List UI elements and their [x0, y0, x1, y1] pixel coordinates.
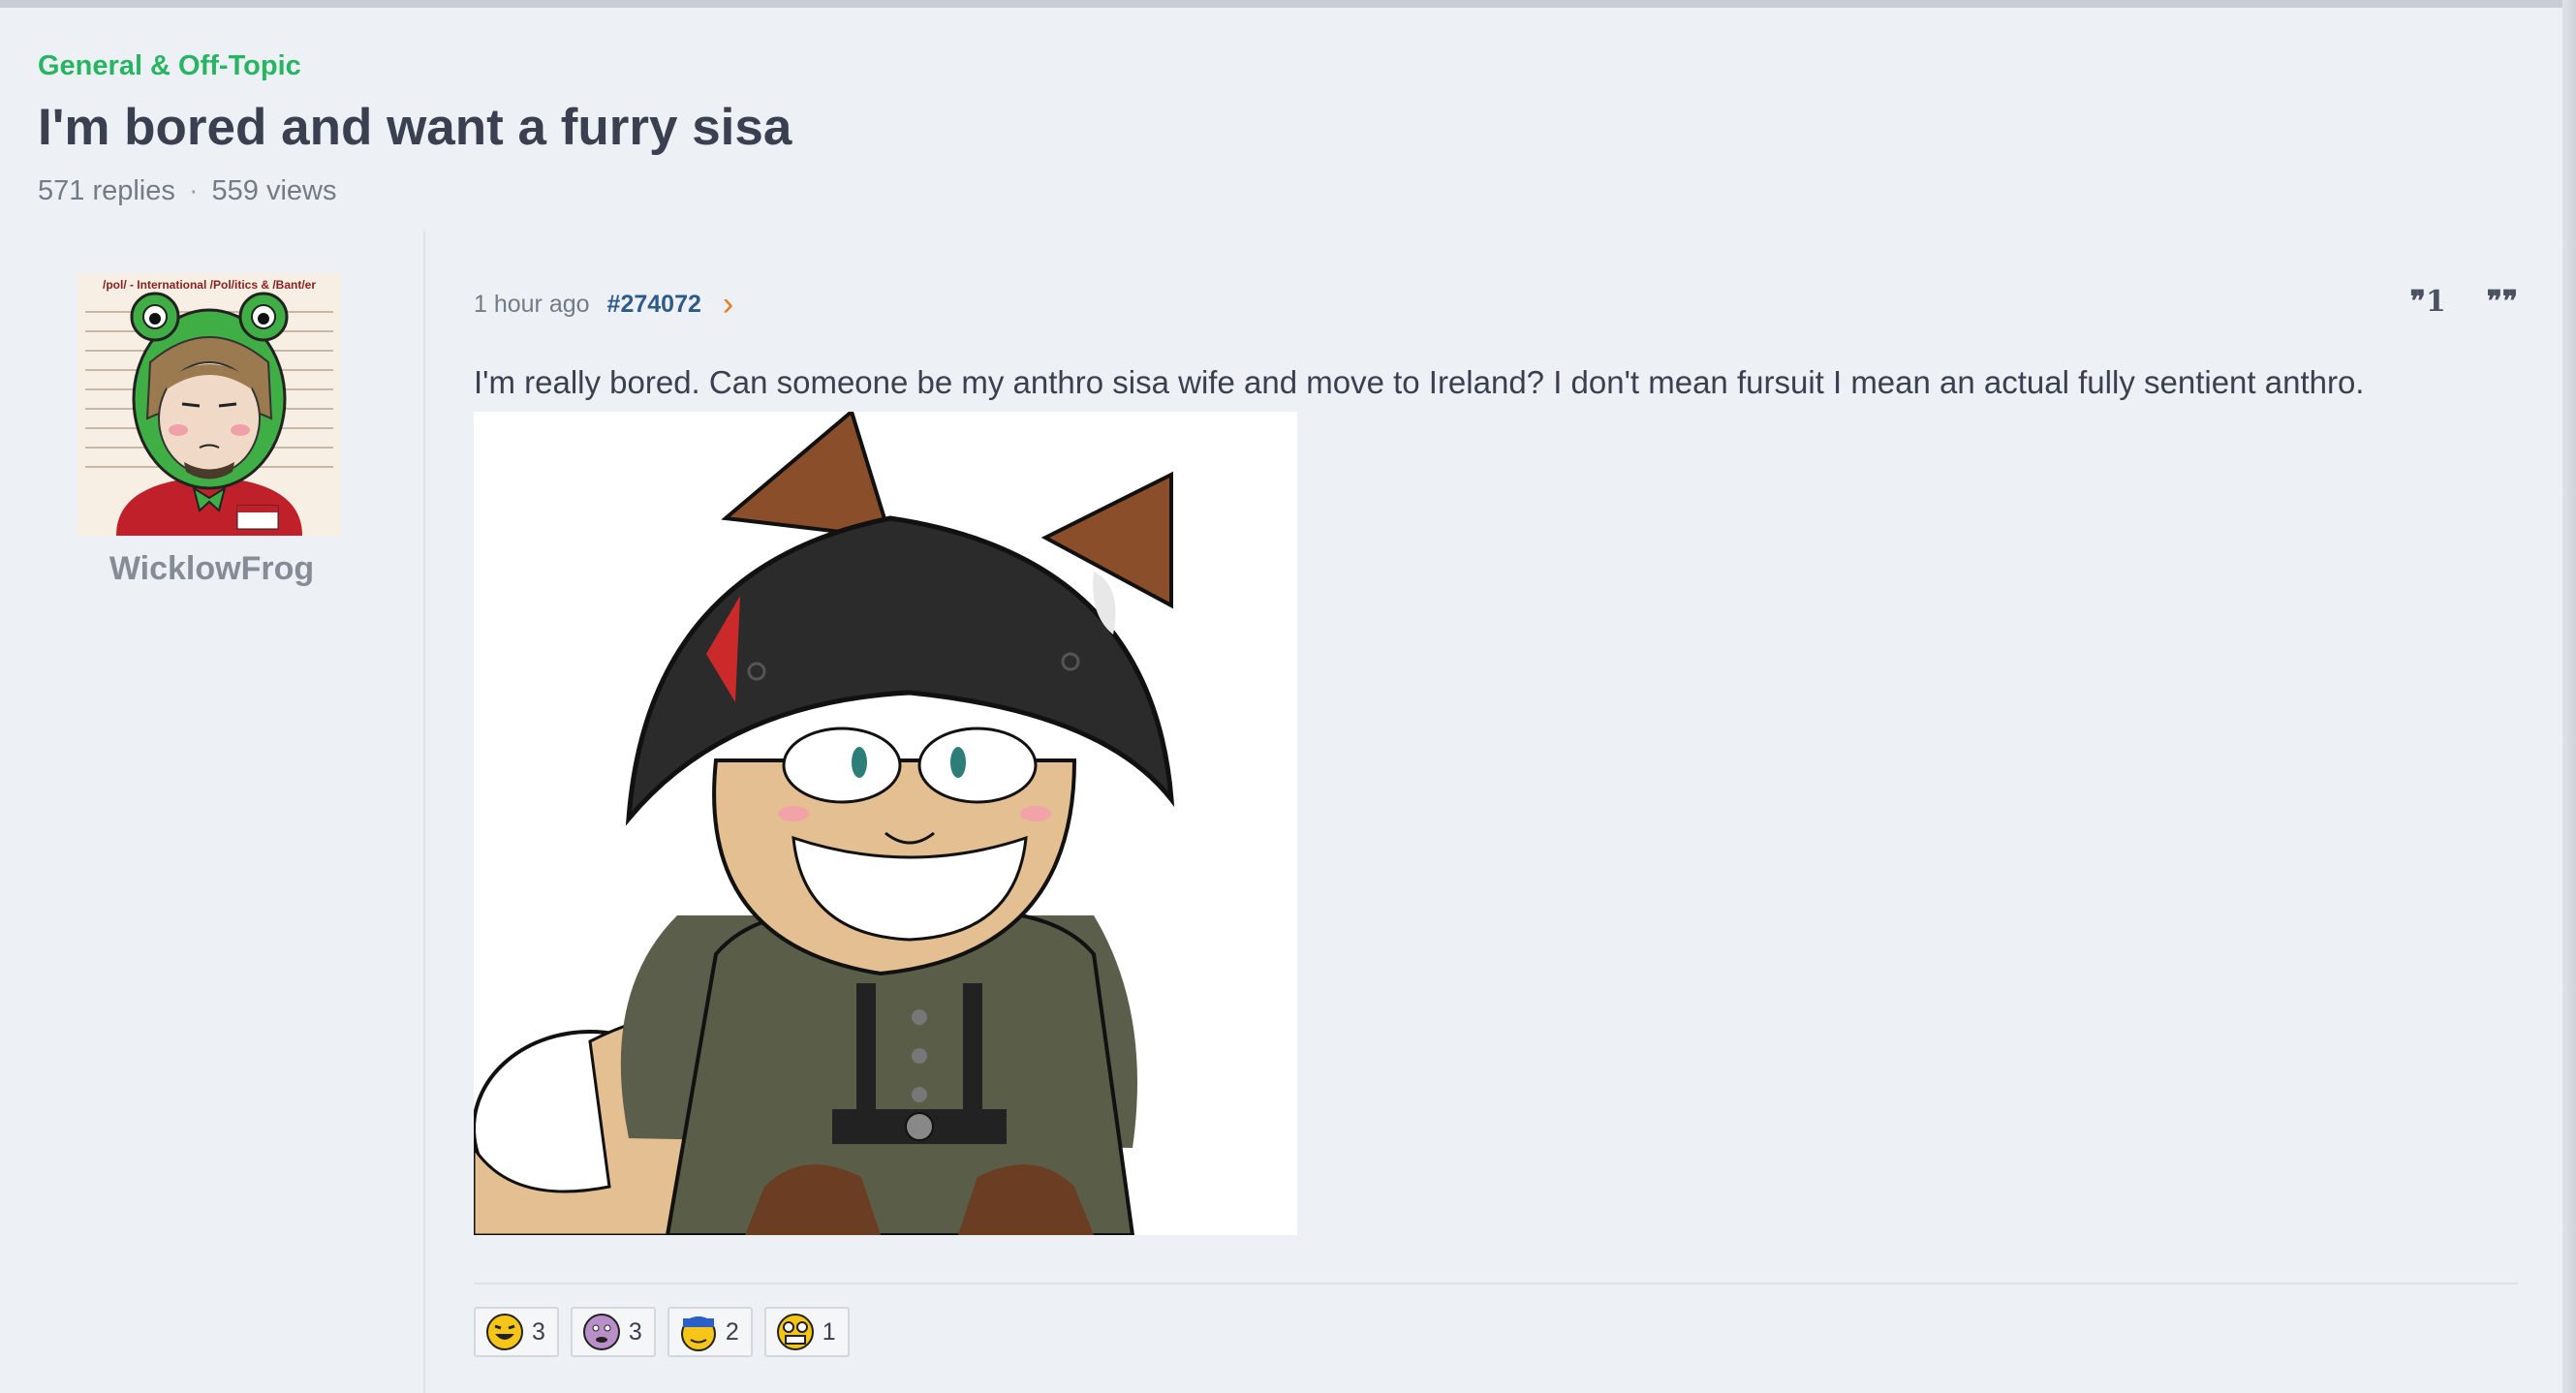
reaction-count: 2 [725, 1317, 739, 1346]
svg-text:/pol/ - International /Pol/iti: /pol/ - International /Pol/itics & /Bant… [103, 278, 316, 292]
post-id-link[interactable]: #274072 [607, 291, 701, 319]
category-link[interactable]: General & Off-Topic [38, 50, 791, 82]
post-time[interactable]: 1 hour ago [474, 291, 590, 319]
avatar[interactable]: /pol/ - International /Pol/itics & /Bant… [78, 273, 341, 536]
quote-button[interactable]: ❞❞ [2487, 285, 2518, 319]
post-actions: ❞1 ❞❞ [2410, 285, 2518, 319]
quote-icon: ❞❞ [2486, 285, 2518, 319]
thread-header: General & Off-Topic I'm bored and want a… [38, 50, 791, 207]
post-image[interactable] [474, 412, 1297, 1235]
purple-sad-face-icon [582, 1314, 620, 1350]
stats-separator: · [188, 175, 199, 207]
thread-stats: 571 replies · 559 views [38, 175, 791, 207]
reaction-laughing[interactable]: 3 [474, 1307, 559, 1357]
reaction-grinning[interactable]: 1 [763, 1307, 850, 1357]
chevron-right-icon[interactable]: › [723, 288, 733, 321]
top-border [0, 0, 2576, 8]
quote-one-icon: ❞1 [2409, 285, 2446, 319]
reaction-count: 3 [628, 1317, 642, 1346]
quote-one-button[interactable]: ❞1 [2410, 285, 2446, 319]
laughing-face-icon [486, 1314, 523, 1350]
post-meta: 1 hour ago #274072 › [474, 288, 733, 321]
scrollbar[interactable] [2562, 0, 2576, 1393]
username[interactable]: WicklowFrog [0, 550, 423, 588]
cap-face-icon [680, 1316, 716, 1351]
post-body: I'm really bored. Can someone be my anth… [474, 364, 2365, 400]
grinning-face-icon [776, 1314, 814, 1350]
post-author-sidebar: /pol/ - International /Pol/itics & /Bant… [0, 231, 425, 1393]
thread-title: I'm bored and want a furry sisa [38, 99, 792, 156]
reaction-cap[interactable]: 2 [667, 1307, 753, 1357]
reaction-count: 3 [532, 1317, 545, 1346]
reaction-purple-sad[interactable]: 3 [570, 1307, 656, 1357]
view-count: 559 views [211, 175, 337, 207]
reply-count: 571 replies [38, 175, 175, 207]
reactions-bar: 3 3 2 1 [474, 1307, 850, 1357]
reaction-count: 1 [822, 1317, 836, 1346]
reactions-divider [474, 1283, 2518, 1285]
